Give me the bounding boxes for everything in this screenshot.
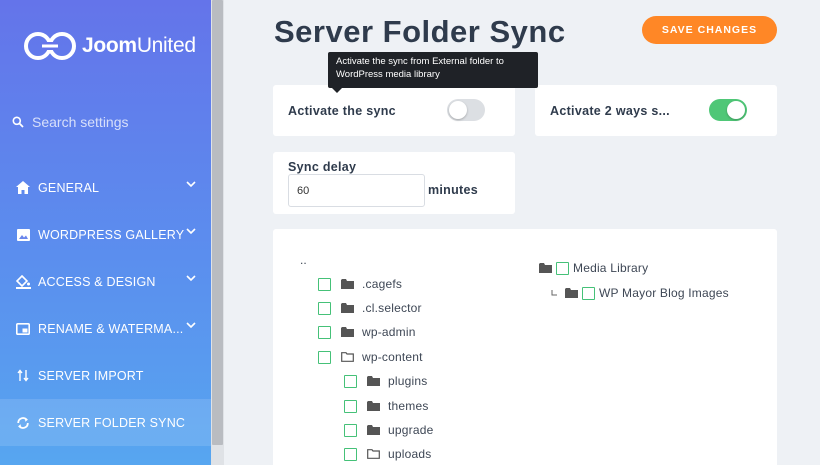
sidebar-item-access-design[interactable]: ACCESS & DESIGN xyxy=(0,258,211,305)
sidebar-item-label: RENAME & WATERMA... xyxy=(38,321,184,336)
tree-connector-icon xyxy=(551,290,557,296)
import-arrows-icon xyxy=(15,368,31,384)
folder-icon xyxy=(367,376,380,386)
folder-name[interactable]: uploads xyxy=(388,447,431,461)
folder-name[interactable]: .cl.selector xyxy=(362,301,422,315)
chevron-down-icon xyxy=(186,181,196,188)
sidebar-scrollbar-thumb[interactable] xyxy=(212,0,223,445)
folder-icon xyxy=(367,401,380,411)
tree-row: .cl.selector xyxy=(318,298,422,318)
media-folder-checkbox[interactable] xyxy=(582,286,595,300)
sync-delay-unit: minutes xyxy=(428,183,479,197)
folder-checkbox[interactable] xyxy=(318,301,331,315)
sidebar-item-general[interactable]: GENERAL xyxy=(0,164,211,211)
joomunited-logo-icon xyxy=(24,32,76,60)
folder-checkbox[interactable] xyxy=(344,447,357,461)
sidebar-item-label: SERVER IMPORT xyxy=(38,368,144,383)
folder-checkbox[interactable] xyxy=(344,374,357,388)
folder-name[interactable]: .cagefs xyxy=(362,277,402,291)
folder-icon xyxy=(565,288,578,298)
sidebar-menu: GENERAL WORDPRESS GALLERY ACCESS & DESIG… xyxy=(0,164,211,446)
tree-row: uploads xyxy=(344,444,431,464)
sidebar-item-label: WORDPRESS GALLERY xyxy=(38,227,185,242)
two-ways-sync-toggle[interactable] xyxy=(709,99,747,121)
search-box xyxy=(12,114,197,130)
sidebar-item-rename-watermark[interactable]: RENAME & WATERMA... xyxy=(0,305,211,352)
folder-open-icon xyxy=(367,449,380,459)
page-title: Server Folder Sync xyxy=(274,14,566,49)
folder-name[interactable]: themes xyxy=(388,399,429,413)
search-input[interactable] xyxy=(32,114,192,130)
sidebar-item-label: ACCESS & DESIGN xyxy=(38,274,156,289)
folder-icon xyxy=(341,303,354,313)
folder-open-icon xyxy=(341,352,354,362)
folder-checkbox[interactable] xyxy=(318,277,331,291)
sync-delay-label: Sync delay xyxy=(288,160,357,174)
sidebar-item-server-folder-sync[interactable]: SERVER FOLDER SYNC xyxy=(0,399,211,446)
chevron-down-icon xyxy=(186,322,196,329)
chevron-down-icon xyxy=(186,228,196,235)
sidebar-item-wordpress-gallery[interactable]: WORDPRESS GALLERY xyxy=(0,211,211,258)
folder-checkbox[interactable] xyxy=(318,325,331,339)
folder-icon xyxy=(341,279,354,289)
media-folder-name[interactable]: WP Mayor Blog Images xyxy=(599,286,729,300)
save-changes-button[interactable]: SAVE CHANGES xyxy=(642,16,777,44)
image-icon xyxy=(15,227,31,243)
folder-checkbox[interactable] xyxy=(344,399,357,413)
parent-folder-link[interactable]: .. xyxy=(300,253,307,267)
toggle-knob xyxy=(727,101,745,119)
chevron-down-icon xyxy=(186,275,196,282)
sync-delay-input[interactable] xyxy=(288,174,425,207)
sidebar-item-server-import[interactable]: SERVER IMPORT xyxy=(0,352,211,399)
tree-row: plugins xyxy=(344,371,427,391)
media-tree-child-row: WP Mayor Blog Images xyxy=(549,283,729,303)
activate-sync-label: Activate the sync xyxy=(288,104,396,118)
tree-row: .cagefs xyxy=(318,274,402,294)
tree-row: upgrade xyxy=(344,420,433,440)
folder-checkbox[interactable] xyxy=(318,350,331,364)
folder-icon xyxy=(539,263,552,273)
folder-name[interactable]: upgrade xyxy=(388,423,433,437)
sidebar-item-label: GENERAL xyxy=(38,180,100,195)
media-tree-root-row: Media Library xyxy=(539,258,648,278)
picture-in-picture-icon xyxy=(15,321,31,337)
sidebar: JoomUnited GENERAL WORDPRESS GALLERY xyxy=(0,0,211,465)
activate-sync-tooltip: Activate the sync from External folder t… xyxy=(328,52,538,93)
folder-name[interactable]: plugins xyxy=(388,374,427,388)
folder-icon xyxy=(367,425,380,435)
activate-sync-toggle[interactable] xyxy=(447,99,485,121)
tree-row: wp-admin xyxy=(318,322,416,342)
media-folder-checkbox[interactable] xyxy=(556,261,569,275)
folder-name[interactable]: wp-content xyxy=(362,350,423,364)
logo[interactable]: JoomUnited xyxy=(22,28,196,64)
home-icon xyxy=(15,180,31,196)
media-folder-name[interactable]: Media Library xyxy=(573,261,648,275)
folder-icon xyxy=(341,327,354,337)
toggle-knob xyxy=(449,101,467,119)
tree-row: wp-content xyxy=(318,347,423,367)
logo-text: JoomUnited xyxy=(82,34,196,57)
tree-row: themes xyxy=(344,396,429,416)
search-icon xyxy=(12,116,24,128)
paint-bucket-icon xyxy=(15,274,31,290)
sync-icon xyxy=(15,415,31,431)
folder-name[interactable]: wp-admin xyxy=(362,325,416,339)
sidebar-item-label: SERVER FOLDER SYNC xyxy=(38,415,186,430)
folder-checkbox[interactable] xyxy=(344,423,357,437)
two-ways-sync-label: Activate 2 ways s... xyxy=(550,104,670,118)
